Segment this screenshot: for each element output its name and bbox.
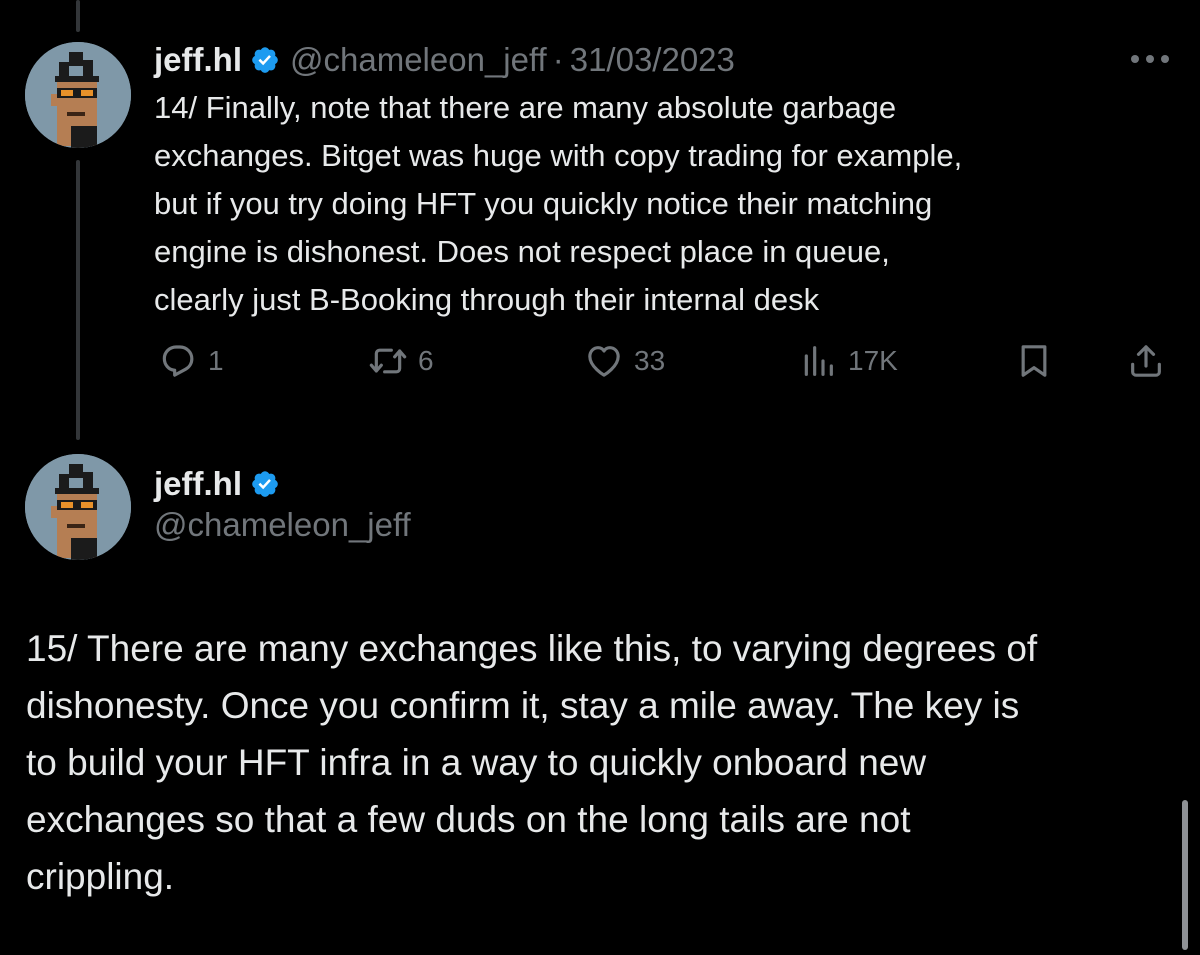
avatar[interactable] xyxy=(25,42,131,148)
avatar[interactable] xyxy=(25,454,131,560)
avatar-image xyxy=(25,454,131,560)
tweet-text: 15/ There are many exchanges like this, … xyxy=(26,628,1038,897)
reply-count: 1 xyxy=(208,345,224,376)
like-button[interactable]: 33 xyxy=(584,336,665,386)
avatar-image xyxy=(25,42,131,148)
user-handle[interactable]: @chameleon_jeff xyxy=(290,41,547,79)
tweet-actions: 1 6 33 17K xyxy=(154,336,1174,386)
tweet-header: jeff.hl @chameleon_jeff · 31/03/2023 xyxy=(154,38,735,82)
more-horizontal-icon[interactable] xyxy=(1128,52,1172,66)
reply-icon xyxy=(158,341,198,381)
tweet-date[interactable]: 31/03/2023 xyxy=(570,41,735,79)
separator-dot: · xyxy=(552,41,564,78)
thread-line xyxy=(76,160,80,440)
heart-icon xyxy=(584,341,624,381)
repost-icon xyxy=(368,341,408,381)
display-name[interactable]: jeff.hl xyxy=(154,41,242,79)
views-icon xyxy=(798,341,838,381)
views-button[interactable]: 17K xyxy=(798,336,898,386)
display-name[interactable]: jeff.hl xyxy=(154,465,242,503)
bookmark-button[interactable] xyxy=(1014,336,1054,386)
verified-badge-icon[interactable] xyxy=(250,45,280,75)
user-handle[interactable]: @chameleon_jeff xyxy=(154,506,411,544)
repost-count: 6 xyxy=(418,345,434,376)
thread-line-top xyxy=(76,0,80,32)
reply-button[interactable]: 1 xyxy=(158,336,224,386)
like-count: 33 xyxy=(634,345,666,376)
share-icon xyxy=(1126,341,1166,381)
tweet-header: jeff.hl xyxy=(154,462,290,506)
tweet-text: 14/ Finally, note that there are many ab… xyxy=(154,90,963,317)
repost-button[interactable]: 6 xyxy=(368,336,434,386)
bookmark-icon xyxy=(1014,341,1054,381)
views-count: 17K xyxy=(848,345,898,376)
share-button[interactable] xyxy=(1126,336,1166,386)
verified-badge-icon[interactable] xyxy=(250,469,280,499)
scrollbar[interactable] xyxy=(1182,800,1188,950)
